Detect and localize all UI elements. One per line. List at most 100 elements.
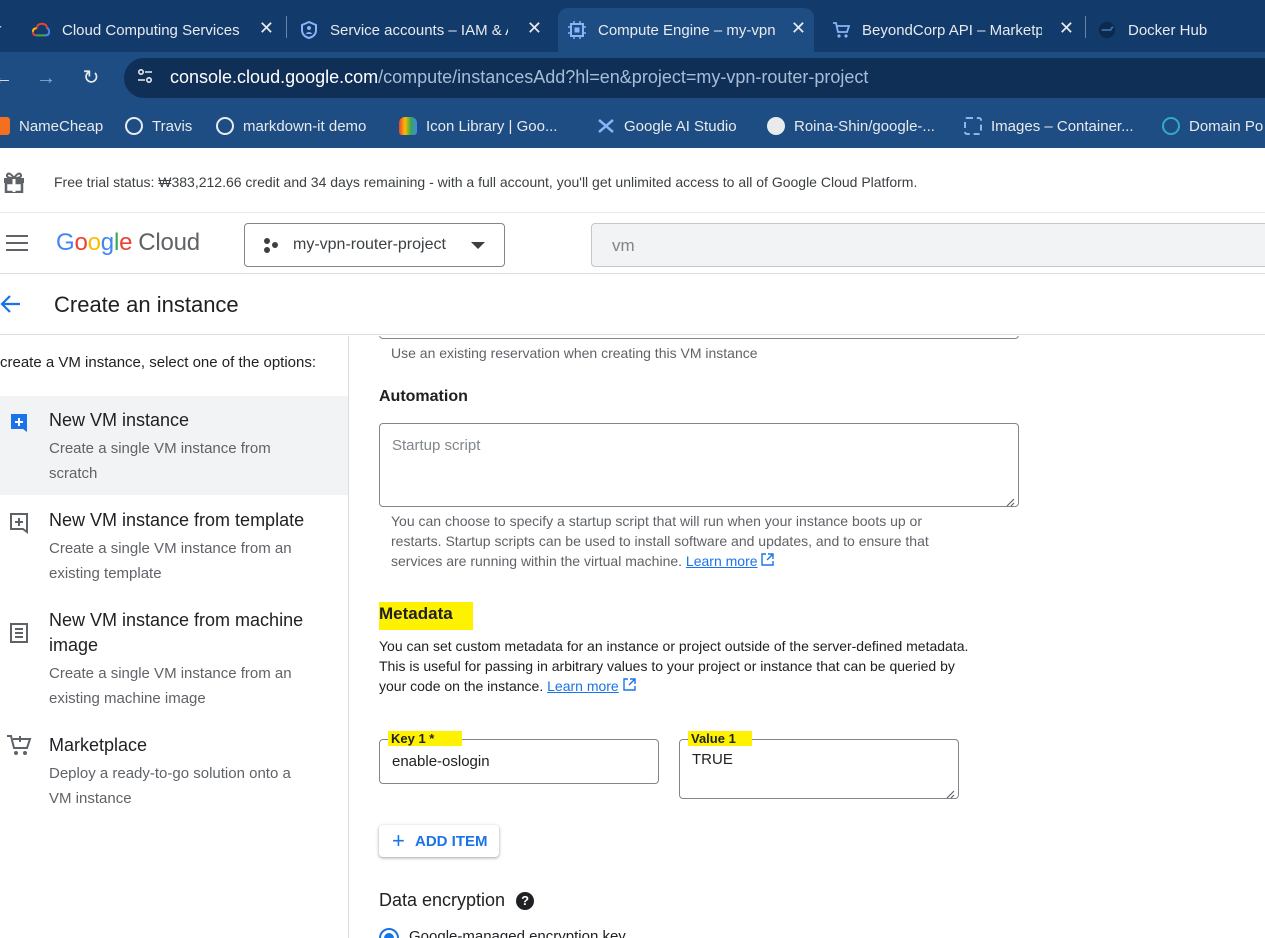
google-cloud-logo[interactable]: Google Cloud <box>56 229 200 257</box>
gift-icon <box>2 171 26 194</box>
metadata-desc-2: This is useful for passing in arbitrary … <box>379 658 955 674</box>
close-tab-icon[interactable]: ✕ <box>259 18 274 39</box>
compute-engine-icon <box>568 21 586 39</box>
help-icon[interactable]: ? <box>516 892 535 910</box>
option-from-machine-image[interactable]: New VM instance from machine image Creat… <box>0 596 348 720</box>
globe-icon <box>216 117 234 135</box>
metadata-value-value: TRUE <box>692 751 733 768</box>
search-input[interactable]: vm <box>591 223 1265 267</box>
close-tab-icon[interactable]: ✕ <box>791 18 806 39</box>
option-marketplace[interactable]: Marketplace Deploy a ready-to-go solutio… <box>0 721 348 820</box>
reload-icon[interactable]: ↻ <box>78 65 104 91</box>
google-cloud-icon <box>32 21 50 39</box>
bookmark-icon-library[interactable]: Icon Library | Goo... <box>399 116 557 136</box>
close-tab-icon[interactable]: ✕ <box>527 18 542 39</box>
metadata-learn-more-link[interactable]: Learn more <box>547 678 619 694</box>
bookmark-label: markdown-it demo <box>243 117 367 135</box>
metadata-desc-3: your code on the instance. Learn more <box>379 676 636 696</box>
bookmark-namecheap[interactable]: NameCheap <box>0 116 103 136</box>
tab-overflow-chevron[interactable]: ✓ <box>0 8 10 52</box>
back-arrow-icon[interactable] <box>0 293 22 315</box>
console-header: Google Cloud my-vpn-router-project vm <box>0 214 1265 274</box>
tab-beyondcorp[interactable]: BeyondCorp API – Marketplace ✕ <box>832 8 1082 52</box>
bookmark-label: NameCheap <box>19 117 104 135</box>
metadata-key-value: enable-oslogin <box>392 753 490 770</box>
browser-tab-bar: ✓ Cloud Computing Services ✕ Service acc… <box>0 0 1265 52</box>
metadata-key-field[interactable]: Key 1 * enable-oslogin <box>379 731 659 784</box>
marketplace-cart-icon <box>832 21 850 39</box>
tab-title: Service accounts – IAM & Admin <box>330 21 508 39</box>
globe-icon <box>125 117 143 135</box>
url-text: console.cloud.google.com/compute/instanc… <box>170 67 868 88</box>
tab-title: Compute Engine – my-vpn-router-project <box>598 21 776 39</box>
bookmark-label: Google AI Studio <box>624 117 737 135</box>
reservation-field[interactable] <box>379 336 1019 339</box>
option-desc: Create a single VM instance from <box>49 440 271 457</box>
tab-compute-engine[interactable]: Compute Engine – my-vpn-router-project ✕ <box>558 8 814 52</box>
search-value: vm <box>612 236 635 255</box>
page-title-bar: Create an instance <box>0 275 1265 335</box>
automation-hint-2: restarts. Startup scripts can be used to… <box>391 533 929 549</box>
bookmark-ai-studio[interactable]: Google AI Studio <box>597 116 737 136</box>
add-item-label: ADD ITEM <box>415 833 488 850</box>
bookmark-github[interactable]: Roina-Shin/google-... <box>767 116 935 136</box>
bookmark-label: Images – Container... <box>991 117 1134 135</box>
logo-google: Google <box>56 229 133 256</box>
forward-arrow-icon[interactable]: → <box>33 65 59 91</box>
bookmark-images-container[interactable]: Images – Container... <box>964 116 1134 136</box>
google-managed-key-radio[interactable] <box>379 928 399 938</box>
startup-script-placeholder: Startup script <box>392 437 481 454</box>
option-title: New VM instance from machine <box>49 610 304 630</box>
tab-title: Docker Hub <box>1128 21 1208 39</box>
close-tab-icon[interactable]: ✕ <box>1059 18 1074 39</box>
automation-hint-1: You can choose to specify a startup scri… <box>391 513 923 529</box>
url-host: console.cloud.google.com <box>170 67 379 87</box>
metadata-value-field[interactable]: Value 1 TRUE <box>679 731 959 799</box>
project-name: my-vpn-router-project <box>293 236 446 253</box>
external-link-icon <box>761 553 775 569</box>
resize-grip-icon[interactable] <box>946 786 955 799</box>
automation-heading: Automation <box>379 388 468 405</box>
bookmark-travis[interactable]: Travis <box>125 116 192 136</box>
trial-status-text: Free trial status: ₩383,212.66 credit an… <box>54 174 918 190</box>
option-from-template[interactable]: New VM instance from template Create a s… <box>0 496 348 595</box>
machine-image-icon <box>8 622 30 644</box>
automation-learn-more-link[interactable]: Learn more <box>686 553 758 569</box>
metadata-value-label: Value 1 <box>688 731 752 746</box>
site-info-icon[interactable] <box>134 67 156 89</box>
logo-cloud: Cloud <box>138 229 200 256</box>
bookmark-label: Domain Po <box>1189 117 1264 135</box>
tab-docker-hub[interactable]: Docker Hub <box>1098 8 1265 52</box>
option-new-vm-instance[interactable]: New VM instance Create a single VM insta… <box>0 396 348 495</box>
add-box-icon <box>8 412 30 434</box>
resize-grip-icon[interactable] <box>1006 494 1015 507</box>
startup-script-input[interactable]: Startup script <box>379 423 1019 507</box>
namecheap-icon <box>0 117 10 135</box>
google-managed-key-label: Google-managed encryption key <box>409 928 626 938</box>
add-template-icon <box>8 512 30 534</box>
tab-cloud-computing[interactable]: Cloud Computing Services ✕ <box>32 8 282 52</box>
option-desc: Create a single VM instance from an <box>49 540 292 557</box>
marketplace-cart-icon <box>6 733 32 755</box>
option-title: New VM instance from template <box>49 510 305 530</box>
external-link-icon <box>622 678 636 694</box>
chevron-down-icon <box>471 242 485 249</box>
add-item-button[interactable]: + ADD ITEM <box>379 825 499 857</box>
menu-icon[interactable] <box>6 235 28 253</box>
back-arrow-icon[interactable]: ← <box>0 65 16 91</box>
ai-studio-icon <box>597 117 615 135</box>
project-dots-icon <box>263 237 279 253</box>
project-selector[interactable]: my-vpn-router-project <box>244 223 505 267</box>
google-cloud-icon <box>399 117 417 135</box>
address-bar[interactable]: console.cloud.google.com/compute/instanc… <box>124 58 1265 98</box>
bookmark-label: Icon Library | Goo... <box>426 117 558 135</box>
option-desc: scratch <box>49 465 98 482</box>
docker-icon <box>1098 21 1116 39</box>
tab-service-accounts[interactable]: Service accounts – IAM & Admin ✕ <box>300 8 550 52</box>
automation-hint-3: services are running within the virtual … <box>391 551 775 571</box>
bookmark-domain[interactable]: Domain Po <box>1162 116 1263 136</box>
option-desc: existing machine image <box>49 690 206 707</box>
browser-toolbar: ← → ↻ console.cloud.google.com/compute/i… <box>0 52 1265 104</box>
option-desc: VM instance <box>49 790 132 807</box>
bookmark-markdown-it[interactable]: markdown-it demo <box>216 116 366 136</box>
